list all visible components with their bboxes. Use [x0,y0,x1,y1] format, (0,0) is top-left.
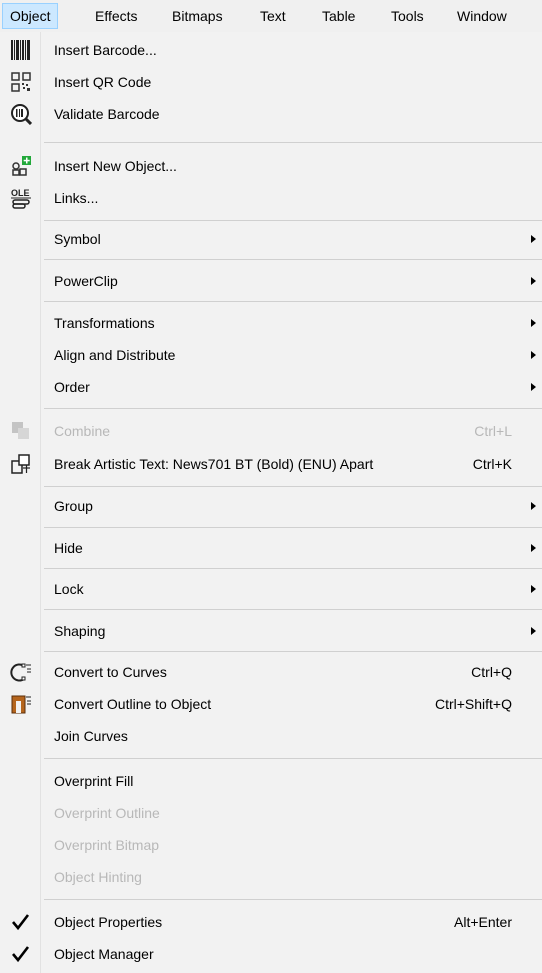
menu-item-powerclip[interactable]: PowerClip [0,265,542,297]
menu-item-insert-qr-code[interactable]: Insert QR Code [0,66,542,98]
menu-separator [44,527,542,528]
validate-barcode-icon [10,103,33,126]
menu-item-label: Overprint Fill [54,773,134,789]
object-dropdown-menu: Insert Barcode... Insert QR Code Validat… [0,32,542,973]
menu-item-label: Group [54,498,93,514]
submenu-arrow-icon [531,544,536,552]
menu-item-shortcut: Ctrl+Q [471,664,512,680]
menu-item-shortcut: Ctrl+Shift+Q [434,696,512,712]
submenu-arrow-icon [531,502,536,510]
menu-item-label: Combine [54,423,111,439]
menu-item-label: Shaping [54,623,106,639]
menu-item-align-distribute[interactable]: Align and Distribute [0,339,542,371]
menu-item-insert-barcode[interactable]: Insert Barcode... [0,34,542,66]
menu-separator [44,651,542,652]
menu-item-label: Lock [54,581,84,597]
ole-links-icon: OLE [10,187,32,209]
menu-item-shortcut: Ctrl+K [472,456,512,472]
menu-item-object-hinting: Object Hinting [0,861,542,893]
menu-item-validate-barcode[interactable]: Validate Barcode [0,98,542,130]
menu-item-label: Convert Outline to Object [54,696,212,712]
menu-item-symbol[interactable]: Symbol [0,223,542,255]
menu-item-label: Insert New Object... [54,158,177,174]
menu-item-convert-to-curves[interactable]: Convert to Curves Ctrl+Q [0,656,542,688]
menu-item-order[interactable]: Order [0,371,542,403]
menu-item-shaping[interactable]: Shaping [0,615,542,647]
menu-tools[interactable]: Tools [384,3,431,29]
menu-window[interactable]: Window [450,3,514,29]
menu-item-links[interactable]: OLE Links... [0,182,542,214]
submenu-arrow-icon [531,627,536,635]
menu-item-break-apart[interactable]: Break Artistic Text: News701 BT (Bold) (… [0,448,542,480]
menu-item-label: Overprint Bitmap [54,837,160,853]
menu-item-object-manager[interactable]: Object Manager [0,938,542,970]
menu-item-join-curves[interactable]: Join Curves [0,720,542,752]
convert-curves-icon [10,661,32,683]
menu-item-shortcut: Alt+Enter [454,914,512,930]
menu-item-label: Object Properties [54,914,163,930]
menu-separator [44,486,542,487]
menu-separator [44,408,542,409]
menu-item-shortcut: Ctrl+L [474,423,512,439]
submenu-arrow-icon [531,585,536,593]
break-apart-icon [10,453,32,475]
submenu-arrow-icon [531,277,536,285]
menu-bar: Object Effects Bitmaps Text Table Tools … [0,0,542,33]
menu-separator [44,899,542,900]
menu-separator [44,220,542,221]
menu-bitmaps[interactable]: Bitmaps [165,3,230,29]
menu-separator [44,259,542,260]
menu-item-convert-outline[interactable]: Convert Outline to Object Ctrl+Shift+Q [0,688,542,720]
menu-item-label: Insert Barcode... [54,42,157,58]
menu-item-insert-new-object[interactable]: Insert New Object... [0,150,542,182]
checkmark-icon [10,911,32,933]
menu-item-label: Validate Barcode [54,106,160,122]
menu-item-label: Insert QR Code [54,74,152,90]
convert-outline-icon [10,693,32,715]
menu-item-label: Object Hinting [54,869,142,885]
menu-item-label: Hide [54,540,83,556]
menu-effects[interactable]: Effects [88,3,145,29]
barcode-icon [10,39,32,61]
menu-item-label: Symbol [54,231,101,247]
menu-item-hide[interactable]: Hide [0,532,542,564]
menu-separator [44,758,542,759]
menu-item-label: Transformations [54,315,155,331]
submenu-arrow-icon [531,319,536,327]
combine-icon [10,420,32,442]
menu-item-object-properties[interactable]: Object Properties Alt+Enter [0,906,542,938]
menu-item-label: Object Manager [54,946,154,962]
menu-item-label: Links... [54,190,99,206]
menu-separator [44,142,542,143]
menu-separator [44,568,542,569]
menu-item-label: Break Artistic Text: News701 BT (Bold) (… [54,456,374,472]
menu-item-overprint-bitmap: Overprint Bitmap [0,829,542,861]
insert-object-icon [10,155,32,177]
menu-item-overprint-outline: Overprint Outline [0,797,542,829]
menu-item-transformations[interactable]: Transformations [0,307,542,339]
menu-item-label: Align and Distribute [54,347,176,363]
menu-item-label: PowerClip [54,273,118,289]
svg-text:OLE: OLE [11,188,30,198]
submenu-arrow-icon [531,351,536,359]
menu-object[interactable]: Object [2,3,59,29]
menu-separator [44,609,542,610]
menu-item-lock[interactable]: Lock [0,573,542,605]
menu-item-label: Order [54,379,90,395]
menu-item-group[interactable]: Group [0,490,542,522]
checkmark-icon [10,943,32,965]
menu-item-overprint-fill[interactable]: Overprint Fill [0,765,542,797]
menu-item-label: Join Curves [54,728,128,744]
menu-item-label: Overprint Outline [54,805,160,821]
qr-code-icon [10,71,32,93]
menu-item-combine: Combine Ctrl+L [0,415,542,447]
menu-table[interactable]: Table [315,3,362,29]
menu-separator [44,301,542,302]
submenu-arrow-icon [531,383,536,391]
submenu-arrow-icon [531,235,536,243]
menu-item-label: Convert to Curves [54,664,167,680]
menu-text[interactable]: Text [253,3,293,29]
